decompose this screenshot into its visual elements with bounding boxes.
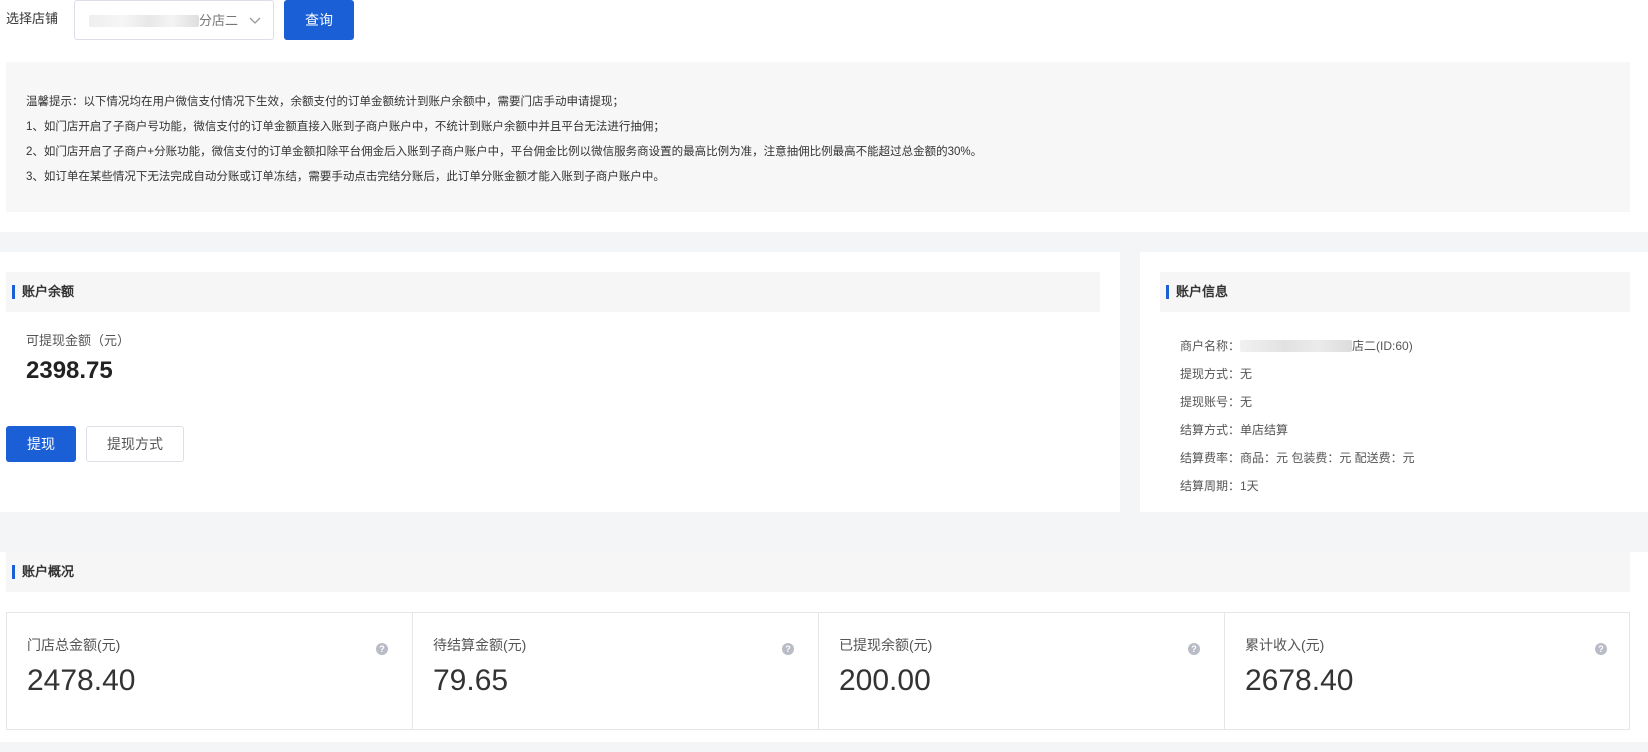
- title-accent-bar: [12, 285, 15, 299]
- withdrawable-label: 可提现金额（元）: [26, 333, 131, 348]
- section-divider: [0, 742, 1648, 752]
- store-select-label: 选择店铺: [6, 11, 59, 26]
- balance-panel-header: 账户余额: [6, 272, 1100, 312]
- title-accent-bar: [1166, 285, 1169, 299]
- stat-label: 门店总金额(元): [27, 637, 121, 653]
- withdraw-account-row: 提现账号：无: [1180, 395, 1253, 409]
- tip-line: 3、如订单在某些情况下无法完成自动分账或订单冻结，需要手动点击完结分账后，此订单…: [26, 171, 665, 183]
- withdraw-method-row: 提现方式：无: [1180, 367, 1253, 381]
- stat-value: 200.00: [839, 664, 931, 697]
- stat-label: 已提现余额(元): [839, 637, 933, 653]
- stat-card-cumulative: 累计收入(元) ? 2678.40: [1225, 613, 1631, 729]
- section-divider: [0, 232, 1648, 252]
- overview-stats: 门店总金额(元) ? 2478.40 待结算金额(元) ? 79.65 已提现余…: [6, 612, 1630, 730]
- tips-box: 温馨提示：以下情况均在用户微信支付情况下生效，余额支付的订单金额统计到账户余额中…: [6, 62, 1630, 212]
- account-info-title: 账户信息: [1176, 284, 1229, 299]
- merchant-name-label: 商户名称：: [1180, 339, 1241, 353]
- stat-value: 2478.40: [27, 664, 136, 697]
- merchant-name-redacted: [1240, 340, 1353, 352]
- section-divider: [0, 512, 1648, 552]
- settlement-type-row: 结算方式：单店结算: [1180, 423, 1289, 437]
- overview-header: 账户概况: [6, 552, 1630, 592]
- balance-panel-title: 账户余额: [22, 284, 75, 299]
- overview-title: 账户概况: [22, 564, 75, 579]
- settlement-period-row: 结算周期：1天: [1180, 479, 1259, 493]
- stat-card-store-total: 门店总金额(元) ? 2478.40: [7, 613, 413, 729]
- stat-card-pending: 待结算金额(元) ? 79.65: [413, 613, 819, 729]
- store-filter-bar: 选择店铺 分店二 查询: [0, 0, 1648, 40]
- tip-line: 1、如门店开启了子商户号功能，微信支付的订单金额直接入账到子商户账户中，不统计到…: [26, 121, 665, 133]
- merchant-name-row: 商户名称： 店二(ID:60): [1180, 338, 1413, 354]
- store-select[interactable]: 分店二: [74, 0, 274, 40]
- stat-value: 79.65: [433, 664, 509, 697]
- withdraw-method-button[interactable]: 提现方式: [86, 426, 184, 462]
- question-icon[interactable]: ?: [376, 643, 388, 655]
- question-icon[interactable]: ?: [1595, 643, 1607, 655]
- question-icon[interactable]: ?: [782, 643, 794, 655]
- tip-line: 2、如门店开启了子商户+分账功能，微信支付的订单金额扣除平台佣金后入账到子商户账…: [26, 146, 983, 158]
- store-name-redacted: [89, 15, 199, 27]
- store-select-value: 分店二: [199, 13, 239, 28]
- column-divider: [1120, 252, 1140, 512]
- stat-label: 待结算金额(元): [433, 637, 527, 653]
- query-button[interactable]: 查询: [284, 0, 354, 40]
- withdrawable-amount: 2398.75: [26, 357, 113, 384]
- stat-card-withdrawn: 已提现余额(元) ? 200.00: [819, 613, 1225, 729]
- withdraw-button[interactable]: 提现: [6, 426, 76, 462]
- question-icon[interactable]: ?: [1188, 643, 1200, 655]
- stat-label: 累计收入(元): [1245, 637, 1325, 653]
- chevron-down-icon: [249, 17, 261, 24]
- title-accent-bar: [12, 565, 15, 579]
- stat-value: 2678.40: [1245, 664, 1354, 697]
- account-info-header: 账户信息: [1160, 272, 1630, 312]
- settlement-rate-row: 结算费率：商品：元 包装费：元 配送费：元: [1180, 451, 1415, 465]
- merchant-name-value: 店二(ID:60): [1352, 339, 1413, 353]
- tip-line: 温馨提示：以下情况均在用户微信支付情况下生效，余额支付的订单金额统计到账户余额中…: [26, 96, 624, 108]
